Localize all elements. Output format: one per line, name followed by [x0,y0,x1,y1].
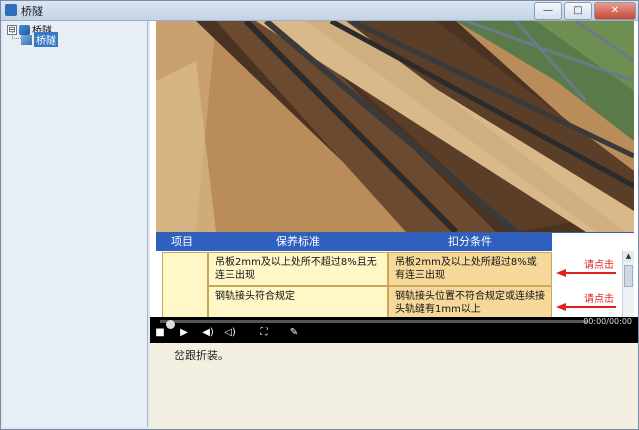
scroll-up-icon[interactable]: ▲ [623,251,634,262]
tree-child-label: 桥隧 [34,32,58,47]
maximize-button[interactable]: □ [564,2,592,20]
app-icon [5,4,17,16]
deduction-cell: 钢轨接头位置不符合规定或连续接头轨缝有1mm以上 [388,286,552,320]
progress-knob[interactable] [166,320,175,329]
window-controls: — □ ✕ [532,2,636,20]
window-title: 桥隧 [21,5,43,18]
close-button[interactable]: ✕ [594,2,636,20]
railway-scene-image [156,21,634,232]
column-header-standard: 保养标准 [208,233,389,251]
tree-view: ⊟ 桥隧 桥隧 [3,21,148,427]
progress-slider[interactable] [160,320,588,329]
title-bar: 桥隧 — □ ✕ [1,1,638,21]
app-window: 桥隧 — □ ✕ ⊟ 桥隧 桥隧 [0,0,639,430]
click-link[interactable]: 请点击 [552,252,620,286]
content-pane: 项目 保养标准 扣分条件 吊板2mm及以上处所不超过8%且无连三出现 吊板2mm… [150,21,638,429]
tree-node-child[interactable]: 桥隧 [21,32,58,47]
description-text: 岔跟折装。 [174,349,229,362]
media-player-bar: 00:00/00:00 ■ ▶ ◀) ◁) ⛶ ✎ [150,317,638,343]
stop-icon[interactable]: ■ [154,327,166,339]
column-header-item: 项目 [156,233,209,251]
mute-icon[interactable]: ◁) [224,327,236,339]
left-arrow-icon [556,269,616,277]
volume-icon[interactable]: ◀) [202,327,214,339]
tree-connector [12,32,21,39]
standard-cell: 吊板2mm及以上处所不超过8%且无连三出现 [208,252,388,286]
minimize-button[interactable]: — [534,2,562,20]
scroll-thumb[interactable] [624,265,633,287]
edit-icon[interactable]: ✎ [288,327,300,339]
column-header-deduction: 扣分条件 [388,233,553,251]
document-icon [21,34,32,45]
description-panel: 岔跟折装。 [150,343,638,429]
time-readout: 00:00/00:00 [583,317,632,326]
fullscreen-icon[interactable]: ⛶ [258,327,270,339]
deduction-cell: 吊板2mm及以上处所超过8%或有连三出现 [388,252,552,286]
left-arrow-icon [556,303,616,311]
play-icon[interactable]: ▶ [178,327,190,339]
standard-cell: 钢轨接头符合规定 [208,286,388,320]
track-3d-view [156,21,634,232]
click-link[interactable]: 请点击 [552,286,620,320]
